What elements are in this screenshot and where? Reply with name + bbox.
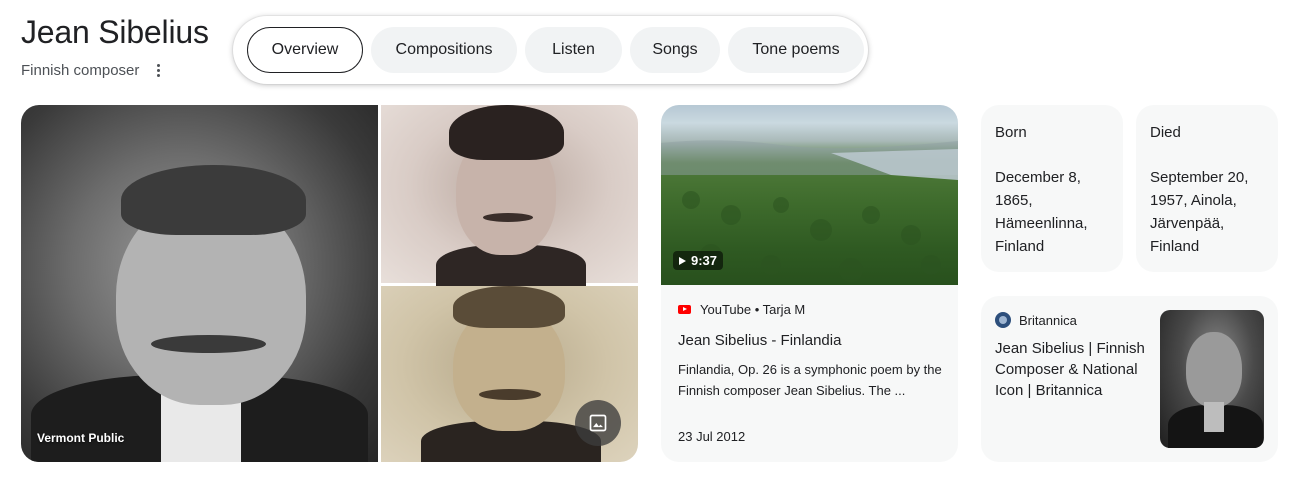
video-title[interactable]: Jean Sibelius - Finlandia	[678, 332, 841, 349]
page-subtitle: Finnish composer	[21, 62, 164, 79]
britannica-portrait-image[interactable]	[1160, 310, 1264, 448]
more-options-icon[interactable]	[153, 62, 164, 79]
video-date: 23 Jul 2012	[678, 429, 746, 444]
born-label: Born	[995, 124, 1027, 141]
youtube-icon	[678, 305, 691, 314]
died-label: Died	[1150, 124, 1181, 141]
died-fact-card: Died September 20, 1957, Ainola, Järvenp…	[1136, 105, 1278, 272]
subtitle-text: Finnish composer	[21, 62, 140, 79]
tab-tone-poems[interactable]: Tone poems	[728, 27, 864, 73]
video-duration-badge: 9:37	[673, 251, 724, 270]
tab-songs[interactable]: Songs	[630, 27, 720, 73]
tab-compositions[interactable]: Compositions	[371, 27, 517, 73]
video-duration: 9:37	[691, 253, 718, 268]
tab-listen[interactable]: Listen	[525, 27, 622, 73]
more-images-button[interactable]	[575, 400, 621, 446]
young-portrait-image[interactable]	[381, 105, 638, 295]
play-icon	[679, 256, 686, 265]
britannica-source-text: Britannica	[1019, 312, 1077, 328]
image-source-caption: Vermont Public	[37, 431, 125, 445]
video-card[interactable]: 9:37 YouTube • Tarja M Jean Sibelius - F…	[661, 105, 958, 462]
video-source: YouTube • Tarja M	[678, 302, 805, 317]
main-portrait-image[interactable]: Vermont Public	[21, 105, 378, 462]
born-fact-card: Born December 8, 1865, Hämeenlinna, Finl…	[981, 105, 1123, 272]
britannica-logo-icon	[995, 312, 1011, 328]
image-icon	[589, 414, 607, 432]
tab-overview[interactable]: Overview	[247, 27, 363, 73]
middle-age-portrait-image[interactable]	[381, 286, 638, 462]
britannica-source: Britannica	[995, 312, 1077, 328]
video-description: Finlandia, Op. 26 is a symphonic poem by…	[678, 362, 942, 398]
born-value: December 8, 1865, Hämeenlinna, Finland	[995, 169, 1088, 255]
britannica-title[interactable]: Jean Sibelius | Finnish Composer & Natio…	[995, 338, 1145, 401]
died-value: September 20, 1957, Ainola, Järvenpää, F…	[1150, 169, 1249, 255]
page-title: Jean Sibelius	[21, 14, 209, 50]
image-collage: Vermont Public	[21, 105, 638, 462]
tab-bar: Overview Compositions Listen Songs Tone …	[233, 16, 868, 84]
video-thumbnail[interactable]: 9:37	[661, 105, 958, 285]
video-source-text: YouTube • Tarja M	[700, 302, 806, 317]
britannica-card[interactable]: Britannica Jean Sibelius | Finnish Compo…	[981, 296, 1278, 462]
